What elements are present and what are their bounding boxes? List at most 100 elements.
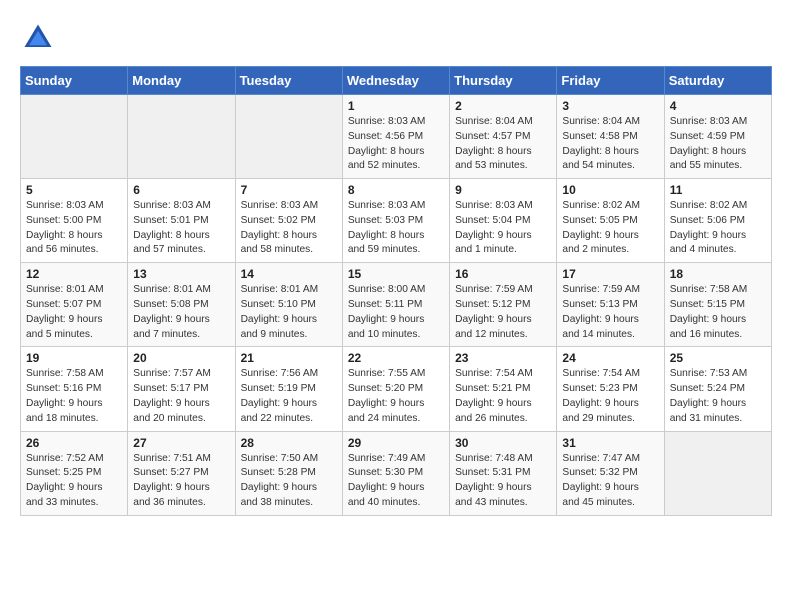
day-number: 27 bbox=[133, 436, 229, 450]
day-cell: 16 Sunrise: 7:59 AM Sunset: 5:12 PM Dayli… bbox=[450, 263, 557, 347]
day-info: Sunrise: 7:58 AM Sunset: 5:15 PM Dayligh… bbox=[670, 283, 766, 342]
day-cell: 27 Sunrise: 7:51 AM Sunset: 5:27 PM Dayli… bbox=[128, 431, 235, 515]
day-cell: 30 Sunrise: 7:48 AM Sunset: 5:31 PM Dayli… bbox=[450, 431, 557, 515]
day-info: Sunrise: 8:01 AM Sunset: 5:08 PM Dayligh… bbox=[133, 283, 229, 342]
day-info: Sunrise: 7:54 AM Sunset: 5:21 PM Dayligh… bbox=[455, 367, 551, 426]
day-number: 16 bbox=[455, 267, 551, 281]
day-info: Sunrise: 7:48 AM Sunset: 5:31 PM Dayligh… bbox=[455, 452, 551, 511]
day-number: 10 bbox=[562, 183, 658, 197]
day-cell: 22 Sunrise: 7:55 AM Sunset: 5:20 PM Dayli… bbox=[342, 347, 449, 431]
header-cell-wednesday: Wednesday bbox=[342, 67, 449, 95]
calendar-header: SundayMondayTuesdayWednesdayThursdayFrid… bbox=[21, 67, 772, 95]
day-number: 3 bbox=[562, 99, 658, 113]
day-info: Sunrise: 7:51 AM Sunset: 5:27 PM Dayligh… bbox=[133, 452, 229, 511]
day-info: Sunrise: 7:50 AM Sunset: 5:28 PM Dayligh… bbox=[241, 452, 337, 511]
day-number: 22 bbox=[348, 351, 444, 365]
day-number: 4 bbox=[670, 99, 766, 113]
day-info: Sunrise: 8:03 AM Sunset: 5:01 PM Dayligh… bbox=[133, 199, 229, 258]
day-cell: 24 Sunrise: 7:54 AM Sunset: 5:23 PM Dayli… bbox=[557, 347, 664, 431]
day-info: Sunrise: 8:03 AM Sunset: 5:03 PM Dayligh… bbox=[348, 199, 444, 258]
day-cell: 14 Sunrise: 8:01 AM Sunset: 5:10 PM Dayli… bbox=[235, 263, 342, 347]
day-cell: 28 Sunrise: 7:50 AM Sunset: 5:28 PM Dayli… bbox=[235, 431, 342, 515]
day-cell: 8 Sunrise: 8:03 AM Sunset: 5:03 PM Daylig… bbox=[342, 179, 449, 263]
day-number: 17 bbox=[562, 267, 658, 281]
day-cell bbox=[664, 431, 771, 515]
header-cell-friday: Friday bbox=[557, 67, 664, 95]
day-number: 29 bbox=[348, 436, 444, 450]
day-info: Sunrise: 8:03 AM Sunset: 4:59 PM Dayligh… bbox=[670, 115, 766, 174]
week-row-4: 19 Sunrise: 7:58 AM Sunset: 5:16 PM Dayli… bbox=[21, 347, 772, 431]
day-cell: 12 Sunrise: 8:01 AM Sunset: 5:07 PM Dayli… bbox=[21, 263, 128, 347]
week-row-2: 5 Sunrise: 8:03 AM Sunset: 5:00 PM Daylig… bbox=[21, 179, 772, 263]
day-info: Sunrise: 7:59 AM Sunset: 5:13 PM Dayligh… bbox=[562, 283, 658, 342]
page-header bbox=[20, 20, 772, 56]
day-cell: 11 Sunrise: 8:02 AM Sunset: 5:06 PM Dayli… bbox=[664, 179, 771, 263]
calendar-table: SundayMondayTuesdayWednesdayThursdayFrid… bbox=[20, 66, 772, 516]
day-number: 30 bbox=[455, 436, 551, 450]
day-info: Sunrise: 7:47 AM Sunset: 5:32 PM Dayligh… bbox=[562, 452, 658, 511]
day-info: Sunrise: 8:01 AM Sunset: 5:10 PM Dayligh… bbox=[241, 283, 337, 342]
day-info: Sunrise: 7:58 AM Sunset: 5:16 PM Dayligh… bbox=[26, 367, 122, 426]
header-cell-saturday: Saturday bbox=[664, 67, 771, 95]
week-row-3: 12 Sunrise: 8:01 AM Sunset: 5:07 PM Dayli… bbox=[21, 263, 772, 347]
day-info: Sunrise: 8:03 AM Sunset: 5:04 PM Dayligh… bbox=[455, 199, 551, 258]
day-number: 13 bbox=[133, 267, 229, 281]
day-number: 25 bbox=[670, 351, 766, 365]
day-number: 8 bbox=[348, 183, 444, 197]
day-info: Sunrise: 8:04 AM Sunset: 4:57 PM Dayligh… bbox=[455, 115, 551, 174]
day-number: 7 bbox=[241, 183, 337, 197]
day-info: Sunrise: 7:52 AM Sunset: 5:25 PM Dayligh… bbox=[26, 452, 122, 511]
day-cell: 5 Sunrise: 8:03 AM Sunset: 5:00 PM Daylig… bbox=[21, 179, 128, 263]
day-info: Sunrise: 7:55 AM Sunset: 5:20 PM Dayligh… bbox=[348, 367, 444, 426]
day-info: Sunrise: 8:03 AM Sunset: 5:00 PM Dayligh… bbox=[26, 199, 122, 258]
day-cell: 26Sunrise: 7:52 AM Sunset: 5:25 PM Dayli… bbox=[21, 431, 128, 515]
day-info: Sunrise: 7:56 AM Sunset: 5:19 PM Dayligh… bbox=[241, 367, 337, 426]
day-info: Sunrise: 8:03 AM Sunset: 4:56 PM Dayligh… bbox=[348, 115, 444, 174]
day-number: 21 bbox=[241, 351, 337, 365]
day-number: 23 bbox=[455, 351, 551, 365]
day-cell: 20 Sunrise: 7:57 AM Sunset: 5:17 PM Dayli… bbox=[128, 347, 235, 431]
day-info: Sunrise: 8:01 AM Sunset: 5:07 PM Dayligh… bbox=[26, 283, 122, 342]
day-cell: 13 Sunrise: 8:01 AM Sunset: 5:08 PM Dayli… bbox=[128, 263, 235, 347]
day-number: 6 bbox=[133, 183, 229, 197]
calendar-body: 1 Sunrise: 8:03 AM Sunset: 4:56 PM Daylig… bbox=[21, 95, 772, 516]
day-number: 15 bbox=[348, 267, 444, 281]
week-row-5: 26Sunrise: 7:52 AM Sunset: 5:25 PM Dayli… bbox=[21, 431, 772, 515]
day-cell: 10Sunrise: 8:02 AM Sunset: 5:05 PM Dayli… bbox=[557, 179, 664, 263]
week-row-1: 1 Sunrise: 8:03 AM Sunset: 4:56 PM Daylig… bbox=[21, 95, 772, 179]
day-cell: 19 Sunrise: 7:58 AM Sunset: 5:16 PM Dayli… bbox=[21, 347, 128, 431]
day-cell bbox=[128, 95, 235, 179]
logo bbox=[20, 20, 62, 56]
header-cell-sunday: Sunday bbox=[21, 67, 128, 95]
day-number: 14 bbox=[241, 267, 337, 281]
day-info: Sunrise: 7:57 AM Sunset: 5:17 PM Dayligh… bbox=[133, 367, 229, 426]
day-number: 31 bbox=[562, 436, 658, 450]
day-cell: 3 Sunrise: 8:04 AM Sunset: 4:58 PM Daylig… bbox=[557, 95, 664, 179]
day-number: 11 bbox=[670, 183, 766, 197]
day-info: Sunrise: 8:03 AM Sunset: 5:02 PM Dayligh… bbox=[241, 199, 337, 258]
day-number: 19 bbox=[26, 351, 122, 365]
day-info: Sunrise: 7:59 AM Sunset: 5:12 PM Dayligh… bbox=[455, 283, 551, 342]
day-cell: 25Sunrise: 7:53 AM Sunset: 5:24 PM Dayli… bbox=[664, 347, 771, 431]
header-cell-thursday: Thursday bbox=[450, 67, 557, 95]
day-info: Sunrise: 8:02 AM Sunset: 5:06 PM Dayligh… bbox=[670, 199, 766, 258]
day-info: Sunrise: 8:04 AM Sunset: 4:58 PM Dayligh… bbox=[562, 115, 658, 174]
day-number: 28 bbox=[241, 436, 337, 450]
day-number: 5 bbox=[26, 183, 122, 197]
day-number: 12 bbox=[26, 267, 122, 281]
day-cell: 21 Sunrise: 7:56 AM Sunset: 5:19 PM Dayli… bbox=[235, 347, 342, 431]
day-cell: 29 Sunrise: 7:49 AM Sunset: 5:30 PM Dayli… bbox=[342, 431, 449, 515]
day-number: 1 bbox=[348, 99, 444, 113]
day-cell bbox=[235, 95, 342, 179]
day-cell: 15 Sunrise: 8:00 AM Sunset: 5:11 PM Dayli… bbox=[342, 263, 449, 347]
day-cell: 9 Sunrise: 8:03 AM Sunset: 5:04 PM Daylig… bbox=[450, 179, 557, 263]
day-info: Sunrise: 7:49 AM Sunset: 5:30 PM Dayligh… bbox=[348, 452, 444, 511]
day-number: 24 bbox=[562, 351, 658, 365]
day-info: Sunrise: 8:00 AM Sunset: 5:11 PM Dayligh… bbox=[348, 283, 444, 342]
header-cell-monday: Monday bbox=[128, 67, 235, 95]
day-number: 9 bbox=[455, 183, 551, 197]
day-number: 20 bbox=[133, 351, 229, 365]
day-cell: 31 Sunrise: 7:47 AM Sunset: 5:32 PM Dayli… bbox=[557, 431, 664, 515]
day-number: 2 bbox=[455, 99, 551, 113]
day-info: Sunrise: 7:54 AM Sunset: 5:23 PM Dayligh… bbox=[562, 367, 658, 426]
